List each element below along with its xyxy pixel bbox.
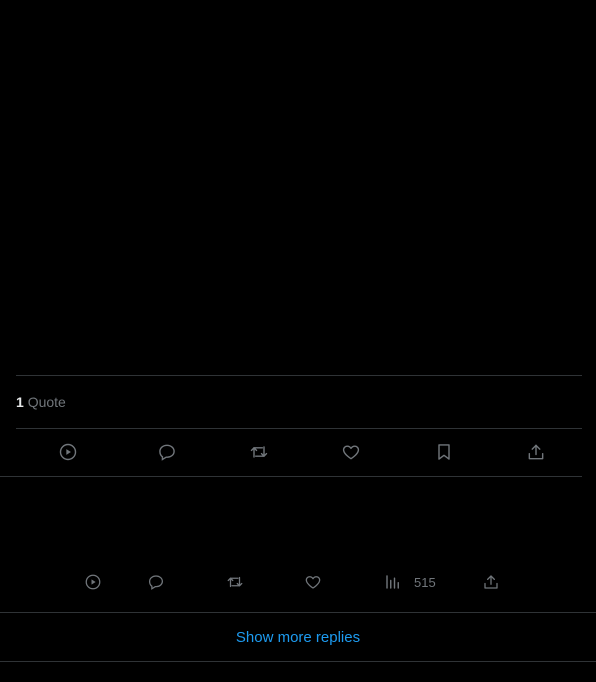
- divider: [16, 375, 582, 376]
- retweet-icon[interactable]: [223, 570, 247, 594]
- play-icon[interactable]: [56, 440, 80, 464]
- tweet-media-area: [0, 0, 596, 375]
- share-icon[interactable]: [524, 440, 548, 464]
- like-icon[interactable]: [339, 440, 363, 464]
- quote-count-link[interactable]: 1 Quote: [16, 393, 66, 411]
- show-more-replies-label: Show more replies: [235, 628, 361, 646]
- reply-icon[interactable]: [155, 440, 179, 464]
- share-icon[interactable]: [479, 570, 503, 594]
- divider: [0, 476, 582, 477]
- show-more-replies-button[interactable]: Show more replies: [0, 613, 596, 661]
- quote-count: 1: [16, 394, 24, 410]
- divider: [16, 428, 582, 429]
- bookmark-icon[interactable]: [432, 440, 456, 464]
- views-icon[interactable]: [381, 570, 405, 594]
- quote-label: Quote: [27, 394, 66, 410]
- views-count: 515: [414, 575, 436, 590]
- retweet-icon[interactable]: [247, 440, 271, 464]
- like-icon[interactable]: [301, 570, 325, 594]
- divider: [0, 661, 596, 662]
- reply-icon[interactable]: [144, 570, 168, 594]
- play-icon[interactable]: [81, 570, 105, 594]
